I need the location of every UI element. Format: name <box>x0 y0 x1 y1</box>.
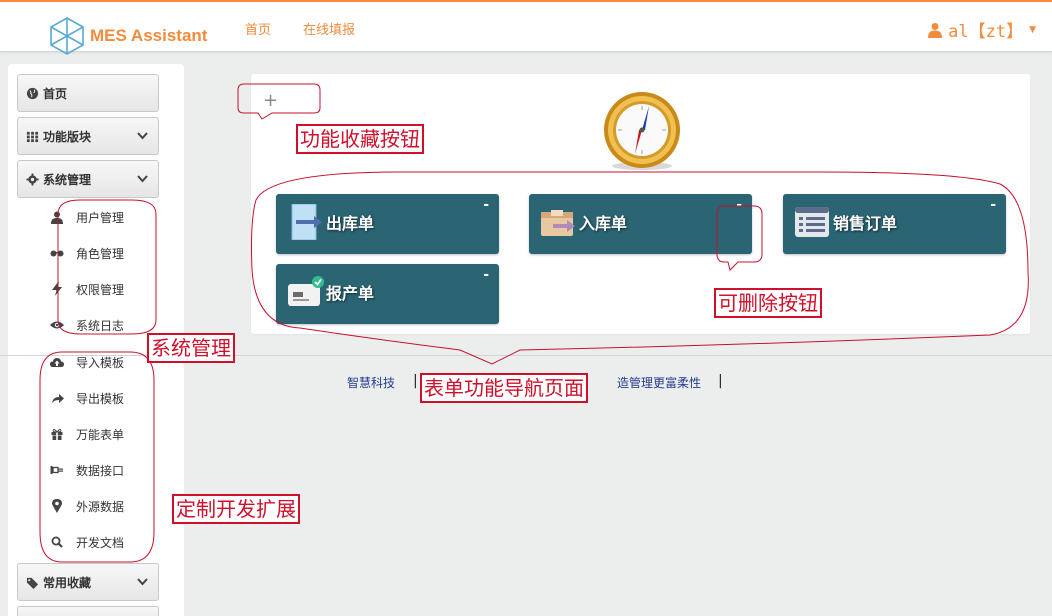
annotation-form-navigation: 表单功能导航页面 <box>420 373 588 403</box>
globe-icon <box>26 87 39 99</box>
tile-label: 报产单 <box>326 284 375 303</box>
gift-icon <box>51 429 63 440</box>
footer-separator: | <box>718 373 723 389</box>
search-icon <box>51 536 63 548</box>
eye-icon <box>50 321 64 329</box>
sales-order-icon <box>795 207 829 237</box>
sidebar-subitem-label: 权限管理 <box>76 282 125 297</box>
user-menu[interactable]: al【zt】 ▼ <box>928 17 1036 42</box>
sidebar-subitem-universal-form[interactable]: 万能表单 <box>50 422 160 446</box>
sidebar-subitem-label: 用户管理 <box>76 210 125 225</box>
tile-outbound-order[interactable]: 出库单 - <box>276 194 499 254</box>
sidebar-item-more[interactable] <box>17 606 159 616</box>
tile-label: 入库单 <box>579 214 628 233</box>
chevron-down-icon <box>137 175 148 183</box>
sidebar-subitem-label: 万能表单 <box>76 427 125 442</box>
sidebar-subitem-label: 外源数据 <box>76 499 125 514</box>
share-arrow-icon <box>51 393 64 403</box>
sidebar-subitem-system-log[interactable]: 系统日志 <box>50 313 160 337</box>
sidebar-subitem-label: 导出模板 <box>76 391 125 406</box>
sidebar-subitem-role-management[interactable]: 角色管理 <box>50 241 160 265</box>
production-report-icon <box>288 276 324 306</box>
sidebar-item-label: 首页 <box>43 86 68 101</box>
sidebar-item-modules[interactable]: 功能版块 <box>17 117 159 155</box>
user-icon <box>51 211 63 224</box>
sidebar-subitem-label: 导入模板 <box>76 355 125 370</box>
plug-icon <box>50 466 63 474</box>
caret-down-icon: ▼ <box>1029 24 1036 35</box>
tile-sales-order[interactable]: 销售订单 - <box>783 194 1006 254</box>
sidebar-subitem-user-management[interactable]: 用户管理 <box>50 205 160 229</box>
tile-label: 出库单 <box>326 214 375 233</box>
sidebar-subitem-label: 系统日志 <box>76 318 125 333</box>
footer-slogan: 造管理更富柔性 <box>617 376 702 390</box>
sidebar-subitem-label: 开发文档 <box>76 535 125 550</box>
bolt-icon <box>52 282 62 296</box>
tags-icon <box>26 577 39 589</box>
outbound-icon <box>291 204 322 240</box>
chevron-down-icon <box>137 132 148 140</box>
sidebar-subitem-label: 角色管理 <box>76 246 125 261</box>
sidebar-item-label: 功能版块 <box>43 129 92 144</box>
sidebar-item-favorites[interactable]: 常用收藏 <box>17 563 159 601</box>
brand-name[interactable]: MES Assistant <box>90 26 207 46</box>
sidebar-subitem-data-interface[interactable]: 数据接口 <box>50 458 160 482</box>
sidebar-subitem-dev-docs[interactable]: 开发文档 <box>50 530 160 554</box>
cloud-upload-icon <box>50 357 64 367</box>
inbound-icon <box>541 210 575 236</box>
cube-logo-icon <box>50 17 84 55</box>
gear-icon <box>26 172 39 186</box>
footer-separator: | <box>413 373 418 389</box>
sidebar-item-label: 常用收藏 <box>43 575 92 590</box>
user-icon <box>928 22 943 38</box>
sidebar-item-home[interactable]: 首页 <box>17 74 159 112</box>
nav-online-fill[interactable]: 在线填报 <box>303 19 355 38</box>
tile-delete-button[interactable]: - <box>483 267 489 283</box>
map-marker-icon <box>52 499 62 513</box>
tile-delete-button[interactable]: - <box>990 197 996 213</box>
top-navbar: MES Assistant 首页 在线填报 al【zt】 ▼ <box>0 0 1052 55</box>
glasses-icon <box>50 250 64 257</box>
sidebar-subitem-export-template[interactable]: 导出模板 <box>50 386 160 410</box>
sidebar-subitem-label: 数据接口 <box>76 463 125 478</box>
tile-delete-button[interactable]: - <box>483 197 489 213</box>
sidebar-item-label: 系统管理 <box>43 172 92 187</box>
nav-home[interactable]: 首页 <box>245 19 271 38</box>
sidebar-subitem-external-data[interactable]: 外源数据 <box>50 494 160 518</box>
sidebar-subitem-permission-management[interactable]: 权限管理 <box>50 277 160 301</box>
footer-company: 智慧科技 <box>347 376 396 390</box>
sidebar-subitem-import-template[interactable]: 导入模板 <box>50 350 160 374</box>
annotation-favorite-button: 功能收藏按钮 <box>296 124 424 154</box>
add-favorite-button[interactable]: + <box>263 90 278 111</box>
sidebar-item-system[interactable]: 系统管理 <box>17 160 159 198</box>
annotation-custom-extension: 定制开发扩展 <box>172 494 300 524</box>
tile-production-report[interactable]: 报产单 - <box>276 264 499 324</box>
tile-inbound-order[interactable]: 入库单 - <box>529 194 752 254</box>
annotation-deletable-button: 可删除按钮 <box>714 288 822 318</box>
grid-icon <box>26 131 39 142</box>
chevron-down-icon <box>137 578 148 586</box>
annotation-system-management: 系统管理 <box>147 333 235 363</box>
user-name: al【zt】 <box>948 22 1024 42</box>
tile-label: 销售订单 <box>833 214 898 233</box>
compass-icon <box>604 92 680 170</box>
tile-delete-button[interactable]: - <box>736 197 742 213</box>
